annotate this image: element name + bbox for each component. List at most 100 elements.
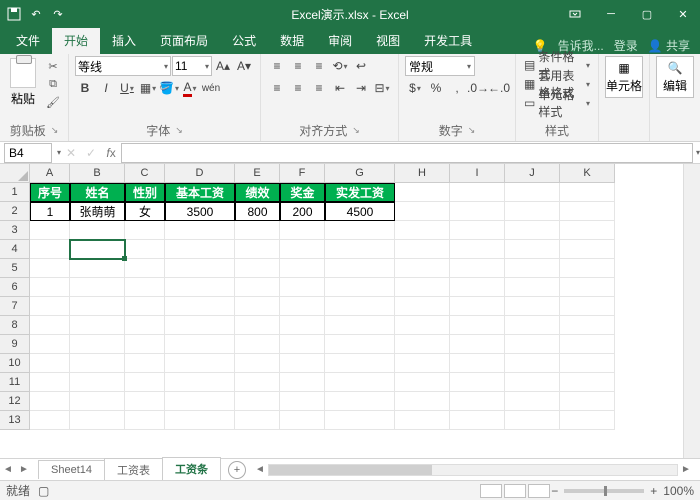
cell[interactable] bbox=[505, 221, 560, 240]
zoom-in-icon[interactable]: + bbox=[650, 484, 657, 498]
cell[interactable] bbox=[125, 259, 165, 278]
align-top-icon[interactable]: ≡ bbox=[267, 56, 287, 76]
cell[interactable]: 200 bbox=[280, 202, 325, 221]
formula-input[interactable] bbox=[121, 143, 693, 163]
font-name-combo[interactable]: 等线▾ bbox=[75, 56, 171, 76]
cell[interactable]: 姓名 bbox=[70, 183, 125, 202]
cell[interactable] bbox=[560, 259, 615, 278]
cell[interactable] bbox=[165, 259, 235, 278]
cell[interactable] bbox=[280, 278, 325, 297]
wrap-text-icon[interactable]: ↩ bbox=[351, 56, 371, 76]
cell[interactable] bbox=[395, 411, 450, 430]
horizontal-scrollbar[interactable]: ◄► bbox=[252, 464, 694, 476]
cell[interactable] bbox=[235, 335, 280, 354]
cell[interactable] bbox=[70, 316, 125, 335]
cell[interactable] bbox=[325, 335, 395, 354]
cell[interactable] bbox=[395, 373, 450, 392]
sheet-tab[interactable]: 工资表 bbox=[104, 458, 163, 481]
cell[interactable] bbox=[165, 297, 235, 316]
row-header[interactable]: 12 bbox=[0, 392, 30, 411]
row-header[interactable]: 2 bbox=[0, 202, 30, 221]
cell-styles-button[interactable]: ▭单元格样式▾ bbox=[522, 94, 592, 112]
cell[interactable] bbox=[325, 259, 395, 278]
cell[interactable] bbox=[505, 392, 560, 411]
align-left-icon[interactable]: ≡ bbox=[267, 78, 287, 98]
cell[interactable] bbox=[280, 240, 325, 259]
row-header[interactable]: 10 bbox=[0, 354, 30, 373]
align-center-icon[interactable]: ≡ bbox=[288, 78, 308, 98]
cell[interactable] bbox=[70, 373, 125, 392]
cell[interactable]: 性别 bbox=[125, 183, 165, 202]
cell[interactable] bbox=[165, 278, 235, 297]
col-header[interactable]: J bbox=[505, 164, 560, 183]
tab-view[interactable]: 视图 bbox=[364, 27, 412, 54]
cell[interactable] bbox=[325, 316, 395, 335]
cell[interactable] bbox=[30, 335, 70, 354]
cell[interactable] bbox=[450, 354, 505, 373]
col-header[interactable]: B bbox=[70, 164, 125, 183]
cell[interactable] bbox=[280, 411, 325, 430]
cell[interactable] bbox=[395, 354, 450, 373]
cell[interactable] bbox=[505, 259, 560, 278]
tab-developer[interactable]: 开发工具 bbox=[412, 27, 484, 54]
cell[interactable] bbox=[235, 411, 280, 430]
cell[interactable] bbox=[30, 221, 70, 240]
cell[interactable] bbox=[505, 373, 560, 392]
cell[interactable] bbox=[235, 259, 280, 278]
col-header[interactable]: D bbox=[165, 164, 235, 183]
cell[interactable] bbox=[165, 354, 235, 373]
number-launcher-icon[interactable]: ↘ bbox=[468, 125, 476, 136]
decrease-font-icon[interactable]: A▾ bbox=[234, 56, 254, 76]
expand-formula-bar-icon[interactable]: ▾ bbox=[696, 148, 700, 157]
cell[interactable] bbox=[280, 297, 325, 316]
cell[interactable] bbox=[235, 316, 280, 335]
cell[interactable] bbox=[235, 240, 280, 259]
row-header[interactable]: 4 bbox=[0, 240, 30, 259]
view-normal-icon[interactable] bbox=[480, 484, 502, 498]
align-launcher-icon[interactable]: ↘ bbox=[352, 125, 360, 136]
row-header[interactable]: 1 bbox=[0, 183, 30, 202]
cell[interactable] bbox=[70, 297, 125, 316]
tab-formulas[interactable]: 公式 bbox=[220, 27, 268, 54]
cell[interactable] bbox=[450, 373, 505, 392]
merge-center-icon[interactable]: ⊟▾ bbox=[372, 78, 392, 98]
cell[interactable] bbox=[395, 183, 450, 202]
cell[interactable] bbox=[505, 354, 560, 373]
cell[interactable] bbox=[450, 316, 505, 335]
font-size-combo[interactable]: 11▾ bbox=[172, 56, 212, 76]
comma-format-icon[interactable]: , bbox=[447, 78, 467, 98]
cell[interactable] bbox=[560, 297, 615, 316]
cell[interactable] bbox=[325, 297, 395, 316]
cut-icon[interactable]: ✂ bbox=[44, 58, 62, 74]
view-page-break-icon[interactable] bbox=[528, 484, 550, 498]
cell[interactable] bbox=[70, 259, 125, 278]
cell[interactable] bbox=[395, 392, 450, 411]
cell[interactable] bbox=[450, 183, 505, 202]
cell[interactable] bbox=[280, 392, 325, 411]
cell[interactable] bbox=[505, 297, 560, 316]
cell[interactable] bbox=[560, 240, 615, 259]
row-header[interactable]: 9 bbox=[0, 335, 30, 354]
cell[interactable]: 女 bbox=[125, 202, 165, 221]
cell[interactable] bbox=[560, 373, 615, 392]
increase-indent-icon[interactable]: ⇥ bbox=[351, 78, 371, 98]
cell[interactable] bbox=[165, 392, 235, 411]
cell[interactable] bbox=[325, 411, 395, 430]
cell[interactable] bbox=[125, 297, 165, 316]
col-header[interactable]: K bbox=[560, 164, 615, 183]
tab-insert[interactable]: 插入 bbox=[100, 27, 148, 54]
cell[interactable] bbox=[505, 183, 560, 202]
decrease-indent-icon[interactable]: ⇤ bbox=[330, 78, 350, 98]
signin-link[interactable]: 登录 bbox=[614, 37, 638, 54]
cell[interactable]: 800 bbox=[235, 202, 280, 221]
cell[interactable] bbox=[450, 278, 505, 297]
cell[interactable] bbox=[125, 373, 165, 392]
cell[interactable] bbox=[125, 335, 165, 354]
cell[interactable] bbox=[125, 392, 165, 411]
sheet-tab[interactable]: Sheet14 bbox=[38, 460, 105, 479]
cell[interactable] bbox=[505, 202, 560, 221]
share-button[interactable]: 👤 共享 bbox=[648, 37, 690, 54]
name-box[interactable]: B4 bbox=[4, 143, 52, 163]
cell[interactable] bbox=[70, 221, 125, 240]
cell[interactable] bbox=[70, 240, 125, 259]
